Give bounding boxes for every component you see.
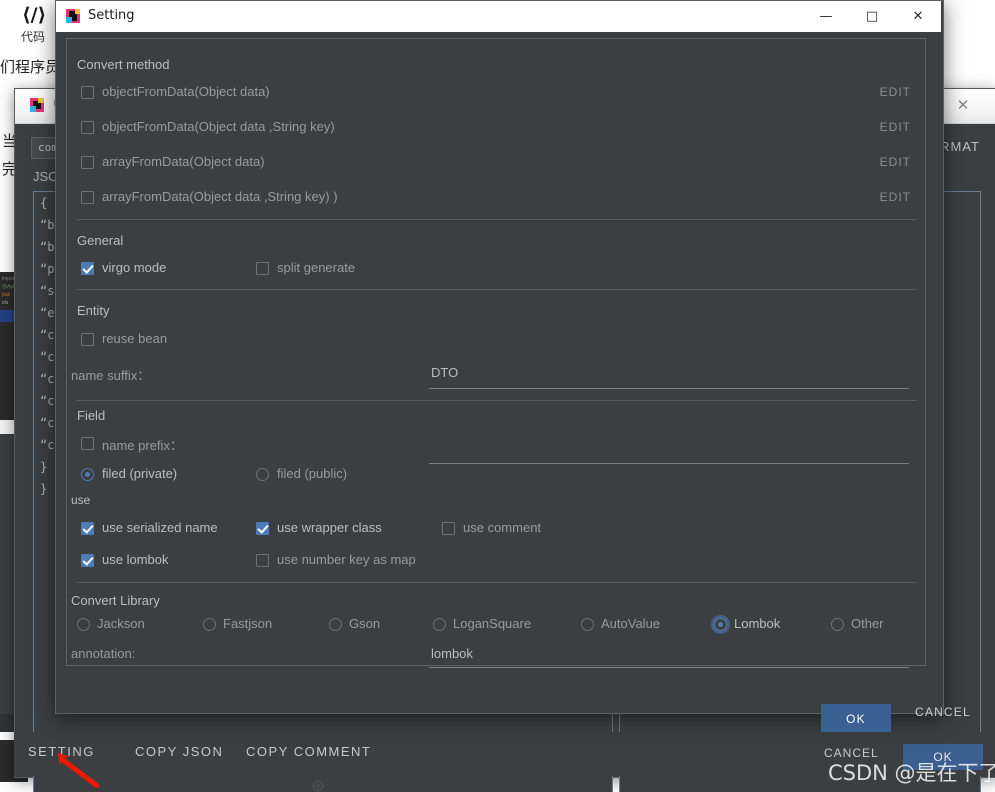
settings-panel: Convert method objectFromData(Object dat… — [66, 38, 926, 668]
label-arrayfromdata-data: arrayFromData(Object data) — [102, 154, 265, 169]
underline-name-prefix — [429, 463, 909, 464]
checkbox-use-wrapper-class[interactable] — [256, 522, 269, 535]
copy-json-button[interactable]: COPY JSON — [135, 744, 223, 759]
label-library-gson: Gson — [349, 616, 381, 631]
checkbox-virgo-mode[interactable] — [81, 262, 94, 275]
label-use-wrapper-class: use wrapper class — [277, 520, 382, 535]
input-annotation[interactable]: lombok — [431, 646, 473, 661]
plugin-icon — [66, 9, 80, 23]
label-filed-public: filed (public) — [277, 466, 348, 481]
section-title-field: Field — [77, 408, 106, 423]
cancel-button[interactable]: CANCEL — [909, 704, 977, 720]
label-use-number-key-as-map: use number key as map — [277, 552, 416, 567]
divider-4 — [77, 582, 917, 583]
article-line: 们程序员 — [0, 58, 61, 76]
label-split-generate: split generate — [277, 260, 356, 275]
label-reuse-bean: reuse bean — [102, 331, 168, 346]
label-library-logansquare: LoganSquare — [453, 616, 532, 631]
radio-filed-private[interactable] — [81, 468, 94, 481]
article-subtitle: 代码 — [21, 30, 46, 44]
radio-library-fastjson[interactable] — [203, 618, 216, 631]
maximize-button[interactable]: □ — [849, 1, 895, 32]
label-library-fastjson: Fastjson — [223, 616, 273, 631]
radio-library-lombok[interactable] — [714, 618, 727, 631]
close-button[interactable]: ✕ — [895, 1, 941, 32]
label-virgo-mode: virgo mode — [102, 260, 167, 275]
section-title-general: General — [77, 233, 124, 248]
input-name-suffix[interactable]: DTO — [431, 365, 458, 380]
radio-library-logansquare[interactable] — [433, 618, 446, 631]
edit-link-1[interactable]: EDIT — [880, 120, 911, 134]
label-name-suffix: name suffix： — [71, 368, 151, 383]
section-title-entity: Entity — [77, 303, 110, 318]
checkbox-objectfromdata-data-key[interactable] — [81, 121, 94, 134]
edit-link-3[interactable]: EDIT — [880, 190, 911, 204]
checkbox-use-lombok[interactable] — [81, 554, 94, 567]
gsonformat-ok-button[interactable]: OK — [903, 744, 983, 770]
label-library-jackson: Jackson — [97, 616, 145, 631]
edit-link-2[interactable]: EDIT — [880, 155, 911, 169]
radio-library-other[interactable] — [831, 618, 844, 631]
plugin-icon — [30, 98, 44, 112]
checkbox-use-serialized-name[interactable] — [81, 522, 94, 535]
radio-library-gson[interactable] — [329, 618, 342, 631]
setting-dialog: Setting — □ ✕ Convert method objectFromD… — [55, 0, 970, 732]
label-use-lombok: use lombok — [102, 552, 169, 567]
label-objectfromdata-data-key: objectFromData(Object data ,String key) — [102, 119, 335, 134]
radio-library-jackson[interactable] — [77, 618, 90, 631]
divider-2 — [77, 289, 917, 290]
edit-link-0[interactable]: EDIT — [880, 85, 911, 99]
checkbox-reuse-bean[interactable] — [81, 333, 94, 346]
label-library-autovalue: AutoValue — [601, 616, 661, 631]
json-line: } — [40, 482, 48, 496]
section-title-convert-library: Convert Library — [71, 593, 160, 608]
ok-button[interactable]: OK — [821, 704, 891, 732]
underline-annotation — [429, 667, 909, 668]
label-objectfromdata-data: objectFromData(Object data) — [102, 84, 270, 99]
label-use-comment: use comment — [463, 520, 542, 535]
label-library-lombok: Lombok — [734, 616, 781, 631]
label-name-prefix: name prefix： — [102, 438, 183, 453]
copy-comment-button[interactable]: COPY COMMENT — [246, 744, 371, 759]
gear-icon[interactable] — [311, 779, 325, 792]
checkbox-arrayfromdata-data-key[interactable] — [81, 191, 94, 204]
checkbox-name-prefix[interactable] — [81, 437, 94, 450]
gsonformat-cancel-button[interactable]: CANCEL — [824, 746, 879, 760]
label-filed-private: filed (private) — [102, 466, 178, 481]
radio-filed-public[interactable] — [256, 468, 269, 481]
checkbox-objectfromdata-data[interactable] — [81, 86, 94, 99]
divider-3 — [77, 400, 917, 401]
radio-library-autovalue[interactable] — [581, 618, 594, 631]
checkbox-arrayfromdata-data[interactable] — [81, 156, 94, 169]
minimize-button[interactable]: — — [803, 1, 849, 32]
checkbox-use-comment[interactable] — [442, 522, 455, 535]
json-line: { — [40, 196, 48, 210]
section-title-use: use — [71, 493, 91, 507]
label-arrayfromdata-data-key: arrayFromData(Object data ,String key) ) — [102, 189, 338, 204]
underline-name-suffix — [429, 388, 909, 389]
close-icon[interactable]: ✕ — [954, 96, 972, 114]
code-brackets-icon: ⟨/⟩ — [22, 4, 47, 26]
setting-titlebar: Setting — □ ✕ — [56, 1, 941, 33]
label-use-serialized-name: use serialized name — [102, 520, 218, 535]
label-annotation: annotation: — [71, 646, 136, 661]
checkbox-split-generate[interactable] — [256, 262, 269, 275]
screenshot-root: ⟨/⟩ 代码 们程序员 当 完 不 import @Api pub cls Gs… — [0, 0, 995, 792]
setting-body: Convert method objectFromData(Object dat… — [56, 32, 970, 732]
checkbox-use-number-key-as-map[interactable] — [256, 554, 269, 567]
divider-1 — [77, 219, 917, 220]
annotation-arrow-icon — [58, 753, 100, 788]
dialog-title: Setting — [88, 8, 135, 23]
json-line: } — [40, 460, 48, 474]
label-library-other: Other — [851, 616, 884, 631]
section-title-convert-method: Convert method — [77, 57, 170, 72]
